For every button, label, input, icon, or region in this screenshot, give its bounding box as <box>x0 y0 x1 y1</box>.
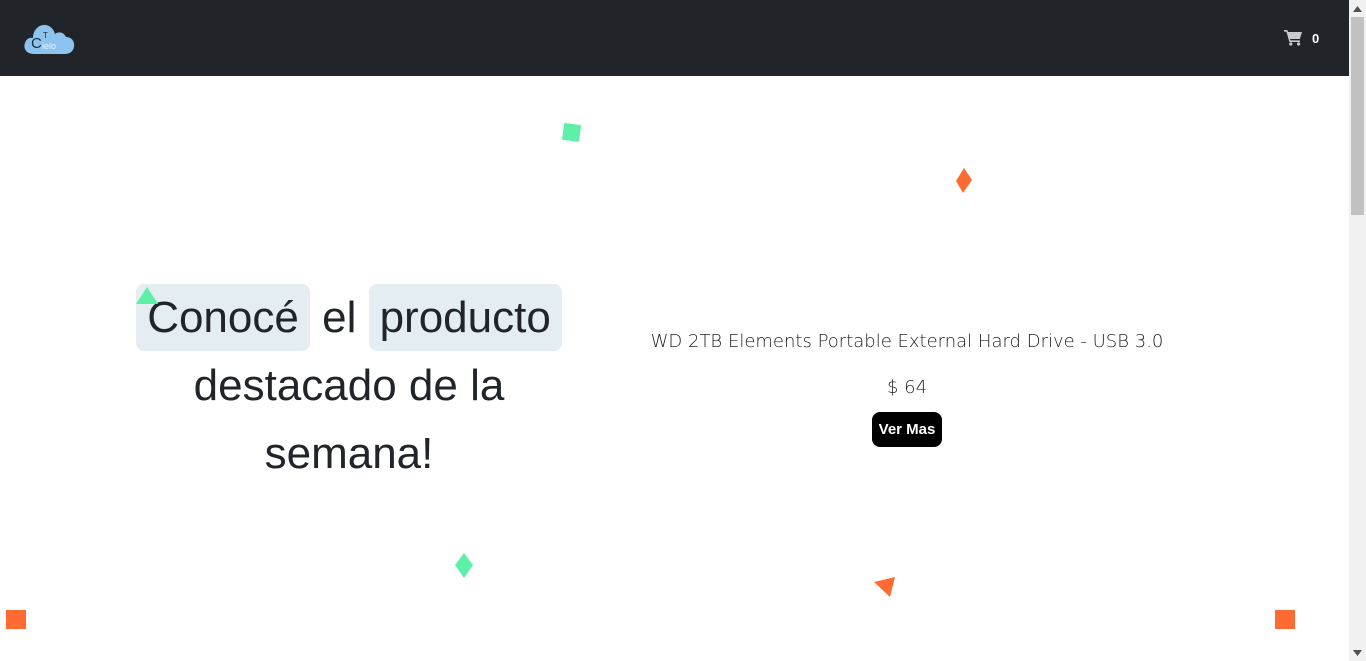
confetti-triangle-icon <box>874 577 895 597</box>
logo-letter-c: C <box>31 35 42 52</box>
confetti-diamond-icon <box>956 168 972 193</box>
logo-text-ielo: ielo <box>42 41 57 51</box>
confetti-diamond-icon <box>455 553 473 578</box>
word-el: el <box>322 293 357 342</box>
product-price: $ 64 <box>886 377 928 398</box>
confetti-square-icon <box>6 610 26 629</box>
featured-product: WD 2TB Elements Portable External Hard D… <box>620 326 1194 447</box>
page-scrollbar[interactable] <box>1349 0 1366 661</box>
brand-logo[interactable]: C T ielo <box>22 20 76 56</box>
product-title: WD 2TB Elements Portable External Hard D… <box>650 331 1164 352</box>
confetti-square-icon <box>1275 610 1295 629</box>
highlight-word-conoce: Conocé <box>136 284 310 351</box>
scrollbar-thumb[interactable] <box>1351 17 1364 215</box>
cart-button[interactable]: 0 <box>1284 29 1319 46</box>
logo-letter-t: T <box>43 31 48 40</box>
ver-mas-button[interactable]: Ver Mas <box>871 412 943 447</box>
headline-rest: destacado de la semana! <box>193 361 505 478</box>
confetti-square-icon <box>561 122 582 143</box>
scroll-down-arrow-icon[interactable] <box>1349 644 1366 661</box>
highlight-word-producto: producto <box>368 284 562 351</box>
navbar: C T ielo 0 <box>0 0 1349 76</box>
featured-headline: Conocé el producto destacado de la seman… <box>110 284 588 488</box>
confetti-triangle-icon <box>136 287 158 304</box>
shopping-cart-icon <box>1284 30 1302 46</box>
scroll-up-arrow-icon[interactable] <box>1349 0 1366 17</box>
cart-count-badge: 0 <box>1312 31 1320 46</box>
